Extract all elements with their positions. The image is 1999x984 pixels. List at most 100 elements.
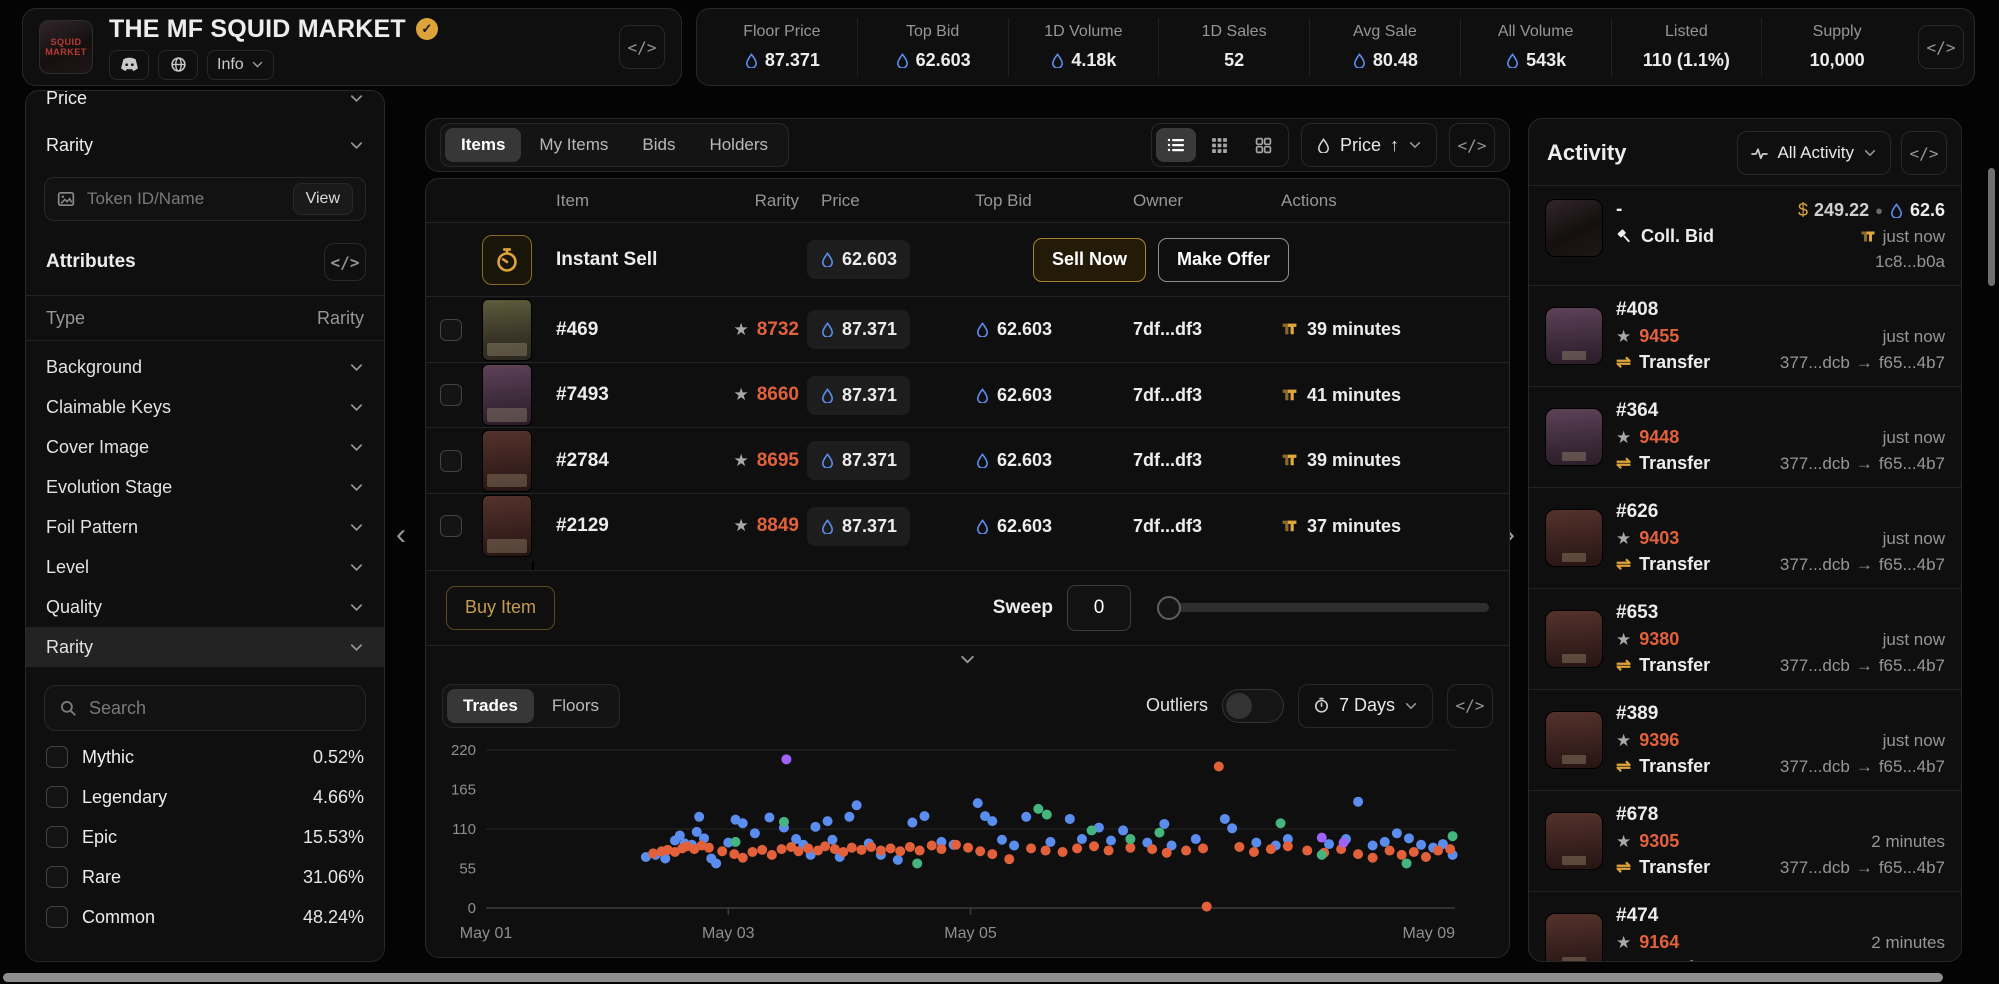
stat-value: 62.603: [916, 50, 971, 71]
dense-grid-view-button[interactable]: [1200, 128, 1240, 162]
sell-now-button[interactable]: Sell Now: [1033, 238, 1146, 282]
activity-row[interactable]: #389 ★9396 just now ⇌Transfer 377...dcb→…: [1529, 689, 1961, 790]
transaction-hash[interactable]: 1c8...b0a: [1875, 252, 1945, 272]
attribute-filter-row[interactable]: Level: [26, 547, 384, 587]
embed-code-button[interactable]: </>: [619, 25, 665, 69]
to-address[interactable]: f65...4b7: [1879, 757, 1945, 777]
time-range-dropdown[interactable]: 7 Days: [1298, 684, 1433, 728]
embed-code-button[interactable]: </>: [1447, 684, 1493, 728]
chart-tab[interactable]: Trades: [447, 689, 534, 723]
token-search-input[interactable]: [85, 188, 283, 210]
filter-accordion[interactable]: Price: [26, 90, 384, 122]
rarity-search-input[interactable]: [87, 697, 351, 720]
activity-action: Transfer: [1639, 352, 1710, 373]
main-tab[interactable]: Items: [445, 128, 521, 162]
rarity-option-row[interactable]: Mythic 0.52%: [26, 737, 384, 777]
collection-bid-activity-row[interactable]: - $249.22●62.6 Coll. Bid just now 1c8...…: [1529, 185, 1961, 285]
item-row[interactable]: #7493 ★8660 87.371 62.603 7df...df3 41 m…: [426, 362, 1509, 428]
website-button[interactable]: [158, 50, 198, 80]
from-address[interactable]: 377...dcb: [1780, 353, 1850, 373]
rarity-option-row[interactable]: Rare 31.06%: [26, 857, 384, 897]
item-owner[interactable]: 7df...df3: [1133, 516, 1273, 537]
item-row[interactable]: #2129 ★8849 87.371 62.603 7df...df3 37 m…: [426, 493, 1509, 559]
sort-dropdown[interactable]: Price ↑: [1301, 123, 1437, 167]
buy-item-button[interactable]: Buy Item: [446, 586, 555, 630]
expand-table-button[interactable]: [426, 645, 1509, 674]
info-dropdown[interactable]: Info: [207, 50, 274, 80]
stat-cell: Avg Sale 80.48: [1309, 18, 1460, 76]
item-row[interactable]: #469 ★8732 87.371 62.603 7df...df3 39 mi…: [426, 296, 1509, 362]
to-address[interactable]: f65...4b7: [1879, 353, 1945, 373]
arrow-right-icon: →: [1856, 858, 1873, 878]
attribute-filter-row[interactable]: Background: [26, 347, 384, 387]
transfer-icon: ⇌: [1616, 857, 1631, 878]
col-top-bid: Top Bid: [975, 191, 1125, 211]
attribute-filter-row[interactable]: Cover Image: [26, 427, 384, 467]
to-address[interactable]: f65...4b7: [1879, 858, 1945, 878]
attribute-filter-row[interactable]: Foil Pattern: [26, 507, 384, 547]
make-offer-button[interactable]: Make Offer: [1158, 238, 1289, 282]
checkbox[interactable]: [46, 786, 68, 808]
to-address[interactable]: f65...4b7: [1879, 656, 1945, 676]
checkbox[interactable]: [46, 826, 68, 848]
from-address[interactable]: 377...dcb: [1780, 555, 1850, 575]
to-address[interactable]: f65...4b7: [1879, 454, 1945, 474]
from-address[interactable]: 377...dcb: [1780, 656, 1850, 676]
collapse-left-arrow[interactable]: ‹: [396, 520, 406, 550]
from-address[interactable]: 377...dcb: [1780, 858, 1850, 878]
checkbox[interactable]: [46, 746, 68, 768]
outliers-toggle[interactable]: [1222, 689, 1284, 723]
activity-row[interactable]: #678 ★9305 2 minutes ⇌Transfer 377...dcb…: [1529, 790, 1961, 891]
activity-row[interactable]: #626 ★9403 just now ⇌Transfer 377...dcb→…: [1529, 487, 1961, 588]
activity-row[interactable]: #474 ★9164 2 minutes ⇌Transfer 377...dcb…: [1529, 891, 1961, 962]
item-owner[interactable]: 7df...df3: [1133, 450, 1273, 471]
stat-value: 10,000: [1810, 50, 1865, 71]
rarity-option-row[interactable]: Common 48.24%: [26, 897, 384, 937]
checkbox[interactable]: [46, 906, 68, 928]
activity-row[interactable]: #408 ★9455 just now ⇌Transfer 377...dcb→…: [1529, 285, 1961, 386]
rarity-option-label: Mythic: [82, 747, 134, 768]
sweep-slider-handle[interactable]: [1157, 596, 1181, 620]
row-checkbox[interactable]: [440, 515, 462, 537]
activity-row[interactable]: #364 ★9448 just now ⇌Transfer 377...dcb→…: [1529, 386, 1961, 487]
item-owner[interactable]: 7df...df3: [1133, 319, 1273, 340]
sweep-count-input[interactable]: [1067, 585, 1131, 631]
main-tab[interactable]: Holders: [693, 128, 784, 162]
stat-label: 1D Sales: [1202, 23, 1267, 41]
embed-code-button[interactable]: </>: [1449, 123, 1495, 167]
embed-code-button[interactable]: </>: [324, 243, 366, 281]
item-owner[interactable]: 7df...df3: [1133, 385, 1273, 406]
from-address[interactable]: 377...dcb: [1780, 454, 1850, 474]
view-button[interactable]: View: [293, 183, 353, 215]
horizontal-scrollbar[interactable]: [3, 973, 1943, 982]
to-address[interactable]: f65...4b7: [1879, 959, 1945, 963]
large-grid-view-button[interactable]: [1244, 128, 1284, 162]
rarity-option-row[interactable]: Legendary 4.66%: [26, 777, 384, 817]
main-tab[interactable]: My Items: [523, 128, 624, 162]
vertical-scrollbar[interactable]: [1988, 168, 1995, 286]
embed-code-button[interactable]: </>: [1918, 25, 1964, 69]
rarity-option-row[interactable]: Epic 15.53%: [26, 817, 384, 857]
row-checkbox[interactable]: [440, 450, 462, 472]
row-checkbox[interactable]: [440, 384, 462, 406]
activity-row[interactable]: #653 ★9380 just now ⇌Transfer 377...dcb→…: [1529, 588, 1961, 689]
activity-filter-dropdown[interactable]: All Activity: [1737, 131, 1891, 175]
attribute-filter-row[interactable]: Quality: [26, 587, 384, 627]
checkbox[interactable]: [46, 866, 68, 888]
list-view-button[interactable]: [1156, 128, 1196, 162]
from-address[interactable]: 377...dcb: [1780, 757, 1850, 777]
row-checkbox[interactable]: [440, 319, 462, 341]
sweep-slider[interactable]: [1159, 603, 1489, 612]
embed-code-button[interactable]: </>: [1901, 131, 1947, 175]
from-address[interactable]: 377...dcb: [1780, 959, 1850, 963]
chart-tab[interactable]: Floors: [536, 689, 615, 723]
to-address[interactable]: f65...4b7: [1879, 555, 1945, 575]
attribute-filter-row[interactable]: Claimable Keys: [26, 387, 384, 427]
sol-droplet-icon: [1505, 53, 1520, 68]
discord-button[interactable]: [109, 50, 149, 80]
attribute-filter-row[interactable]: Evolution Stage: [26, 467, 384, 507]
main-tab[interactable]: Bids: [626, 128, 691, 162]
item-row[interactable]: #2784 ★8695 87.371 62.603 7df...df3 39 m…: [426, 427, 1509, 493]
attribute-filter-row[interactable]: Rarity: [26, 627, 384, 667]
filter-accordion[interactable]: Rarity: [26, 122, 384, 169]
